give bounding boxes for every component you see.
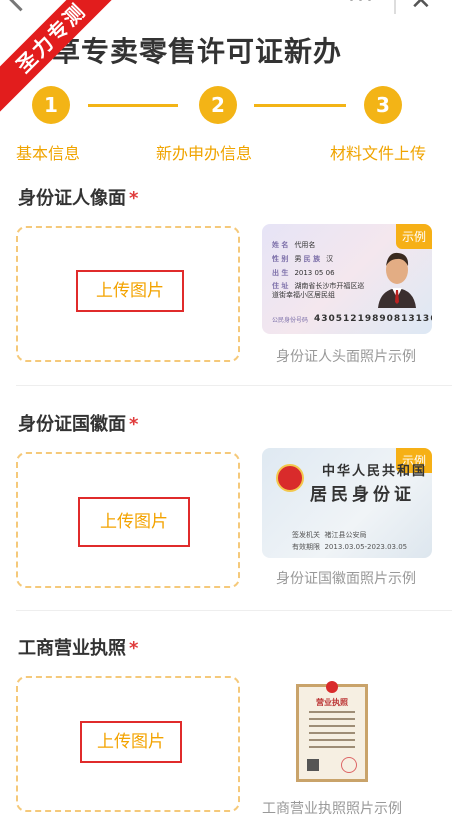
sample-caption-id-front: 身份证人头面照片示例 (276, 349, 416, 365)
section-title-text: 身份证国徽面 (18, 414, 126, 435)
upload-button-id-front[interactable]: 上传图片 (76, 270, 184, 312)
license-text-lines (309, 711, 355, 753)
section-title-id-back: 身份证国徽面 * (18, 410, 138, 436)
section-divider (16, 385, 452, 386)
sample-caption-license: 工商营业执照照片示例 (262, 801, 402, 817)
step-connector-1 (88, 104, 178, 107)
section-title-text: 工商营业执照 (18, 638, 126, 659)
back-icon[interactable] (5, 0, 36, 12)
id-back-authority: 签发机关 褚江县公安局 (292, 531, 367, 539)
id-back-country: 中华人民共和国 (322, 464, 428, 479)
section-title-text: 身份证人像面 (18, 188, 126, 209)
step-connector-2 (254, 104, 346, 107)
page-title: 草专卖零售许可证新办 (52, 35, 343, 68)
more-icon[interactable]: ··· (348, 0, 375, 13)
step-2-circle: 2 (199, 86, 237, 124)
step-1-circle: 1 (32, 86, 70, 124)
step-3-label: 材料文件上传 (330, 144, 427, 163)
sample-caption-id-back: 身份证国徽面照片示例 (276, 571, 416, 587)
step-2-label: 新办申办信息 (156, 144, 253, 163)
id-front-fields: 姓 名代用名 性 别男 民 族汉 出 生 2013 05 06 住 址湖南省长沙市… (272, 241, 365, 299)
required-mark: * (129, 188, 139, 209)
step-1-label: 基本信息 (16, 144, 81, 163)
required-mark: * (129, 414, 139, 435)
step-3-circle: 3 (364, 86, 402, 124)
id-number: 430512198908131367 (314, 314, 432, 324)
required-mark: * (129, 638, 139, 659)
id-back-card-name: 居民身份证 (310, 485, 415, 505)
section-divider (16, 610, 452, 611)
seal-icon (341, 757, 357, 773)
close-icon[interactable]: ✕ (410, 0, 432, 16)
section-title-license: 工商营业执照 * (18, 634, 138, 660)
qr-code-icon (307, 759, 319, 771)
national-emblem-icon (326, 681, 338, 693)
sample-image-license: 营业执照 (296, 681, 368, 782)
capsule-divider (394, 0, 396, 14)
upload-button-id-back[interactable]: 上传图片 (78, 497, 190, 547)
id-back-validity: 有效期限 2013.03.05-2023.03.05 (292, 543, 408, 551)
id-number-label: 公民身份号码 (272, 317, 309, 324)
section-title-id-front: 身份证人像面 * (18, 184, 138, 210)
upload-button-license[interactable]: 上传图片 (80, 721, 182, 763)
license-title: 营业执照 (316, 698, 348, 707)
portrait-icon (378, 252, 416, 308)
sample-image-id-back: 示例 中华人民共和国 居民身份证 签发机关 褚江县公安局 有效期限 2013.0… (262, 448, 432, 558)
national-emblem-icon (276, 464, 304, 492)
sample-image-id-front: 示例 姓 名代用名 性 别男 民 族汉 出 生 2013 05 06 住 址湖南省… (262, 224, 432, 334)
